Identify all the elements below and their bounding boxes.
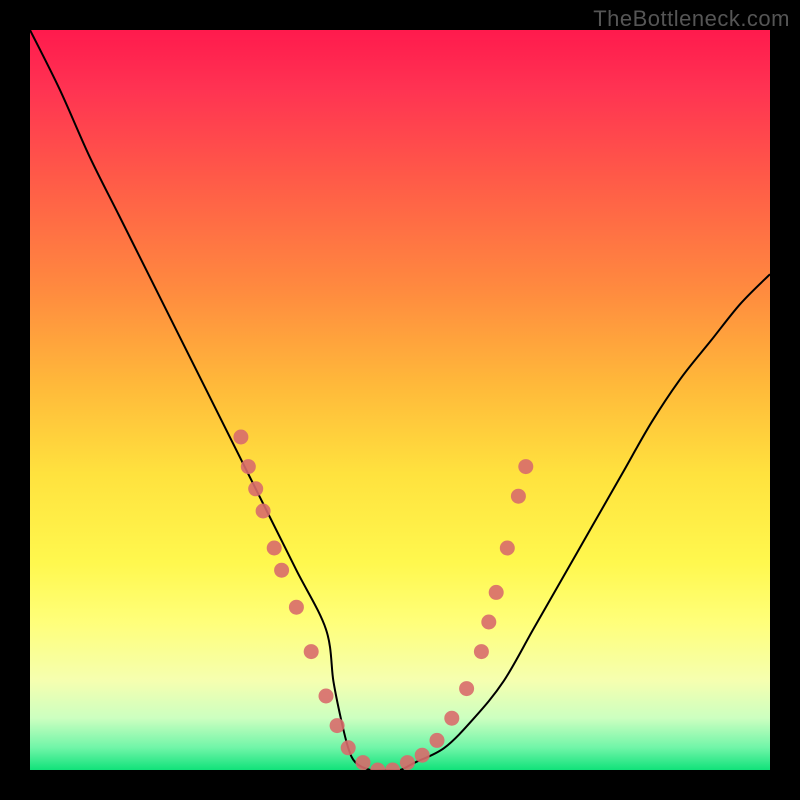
data-point — [241, 459, 256, 474]
data-point — [481, 615, 496, 630]
data-point — [330, 718, 345, 733]
data-point — [289, 600, 304, 615]
data-point — [233, 430, 248, 445]
data-point — [489, 585, 504, 600]
data-point — [500, 541, 515, 556]
curve-layer — [30, 30, 770, 770]
data-point — [267, 541, 282, 556]
marker-layer — [233, 430, 533, 771]
data-point — [256, 504, 271, 519]
data-point — [430, 733, 445, 748]
data-point — [248, 481, 263, 496]
data-point — [370, 763, 385, 771]
data-point — [400, 755, 415, 770]
data-point — [518, 459, 533, 474]
data-point — [385, 763, 400, 771]
data-point — [304, 644, 319, 659]
data-point — [511, 489, 526, 504]
watermark-label: TheBottleneck.com — [593, 6, 790, 32]
data-point — [341, 740, 356, 755]
data-point — [474, 644, 489, 659]
data-point — [356, 755, 371, 770]
chart-svg — [30, 30, 770, 770]
plot-area — [30, 30, 770, 770]
bottleneck-curve — [30, 30, 770, 770]
data-point — [415, 748, 430, 763]
data-point — [444, 711, 459, 726]
data-point — [319, 689, 334, 704]
data-point — [274, 563, 289, 578]
data-point — [459, 681, 474, 696]
chart-frame: TheBottleneck.com — [0, 0, 800, 800]
